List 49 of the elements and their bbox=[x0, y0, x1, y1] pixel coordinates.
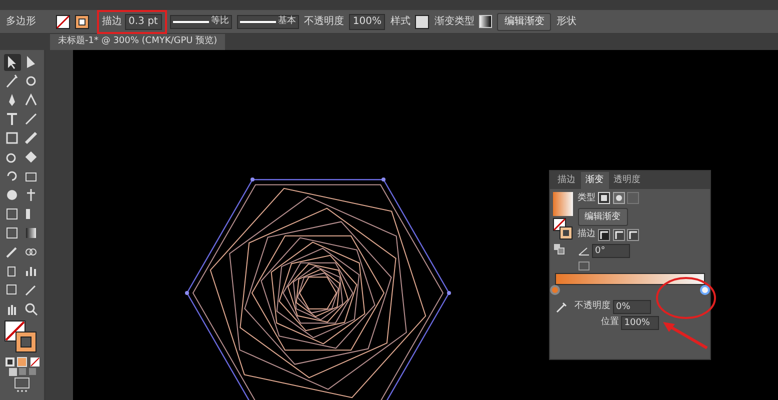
stroke-label: 描边 bbox=[102, 14, 122, 29]
stroke-gradient-option-icon[interactable] bbox=[627, 228, 639, 241]
gradient-swatch-icon[interactable] bbox=[552, 192, 572, 216]
stroke-gradient-option-icon[interactable] bbox=[612, 228, 624, 241]
style-swatch-icon[interactable] bbox=[415, 14, 430, 28]
edit-gradient-button[interactable]: 编辑渐变 bbox=[497, 12, 552, 30]
rectangle-tool-icon[interactable] bbox=[4, 130, 21, 147]
linear-gradient-icon[interactable] bbox=[479, 15, 492, 28]
eyedropper-icon[interactable] bbox=[555, 300, 567, 312]
draw-mode-icon[interactable] bbox=[7, 366, 37, 376]
color-mode-icon[interactable] bbox=[4, 356, 14, 366]
zoom-tool-icon[interactable] bbox=[23, 301, 40, 318]
gradient-mode-icon[interactable] bbox=[17, 356, 27, 366]
style-label: 样式 bbox=[390, 14, 410, 29]
brush-definition-dropdown[interactable]: 基本 bbox=[236, 14, 299, 28]
selection-tool-icon[interactable] bbox=[4, 54, 21, 71]
stroke-weight-field[interactable]: 0.3 pt bbox=[124, 14, 162, 30]
opacity-label: 不透明度 bbox=[304, 14, 344, 29]
opacity-label: 不透明度 bbox=[574, 300, 610, 313]
shape-label: 形状 bbox=[556, 14, 576, 29]
screen-mode-icon[interactable] bbox=[14, 376, 30, 388]
document-tab[interactable]: 未标题-1* @ 300% (CMYK/GPU 预览) bbox=[50, 34, 226, 50]
type-label: 类型 bbox=[578, 192, 596, 204]
linear-type-icon[interactable] bbox=[598, 192, 610, 204]
gradient-type-label: 渐变类型 bbox=[434, 14, 474, 29]
stroke-gradient-option-icon[interactable] bbox=[598, 228, 610, 241]
stroke-label: 描边 bbox=[578, 228, 596, 241]
opacity-field[interactable]: 100% bbox=[348, 14, 386, 30]
more-tools-icon[interactable] bbox=[16, 388, 28, 392]
none-mode-icon[interactable] bbox=[30, 356, 40, 366]
gradient-bar[interactable] bbox=[555, 273, 705, 285]
edit-gradient-button[interactable]: 编辑渐变 bbox=[578, 208, 628, 226]
variable-width-profile-dropdown[interactable]: 等比 bbox=[170, 14, 232, 28]
fill-swatch-icon[interactable] bbox=[56, 14, 70, 28]
object-type-label: 多边形 bbox=[6, 14, 36, 29]
location-label: 位置 bbox=[600, 316, 619, 330]
angle-field[interactable]: 0° bbox=[592, 244, 630, 258]
gradient-stop[interactable] bbox=[700, 285, 710, 295]
location-field[interactable]: 100% bbox=[621, 316, 660, 330]
fill-stroke-icon[interactable] bbox=[552, 218, 572, 240]
stroke-swatch-icon[interactable] bbox=[75, 14, 89, 28]
radial-type-icon[interactable] bbox=[612, 192, 624, 204]
panel-tab[interactable]: 描边 bbox=[552, 172, 580, 189]
highlight-ellipse bbox=[655, 276, 717, 320]
swap-icon[interactable] bbox=[552, 242, 564, 254]
panel-tab[interactable]: 渐变 bbox=[580, 172, 608, 189]
angle-icon bbox=[578, 246, 590, 256]
panel-tab[interactable]: 透明度 bbox=[608, 172, 646, 189]
opacity-field[interactable]: 0% bbox=[613, 300, 651, 314]
